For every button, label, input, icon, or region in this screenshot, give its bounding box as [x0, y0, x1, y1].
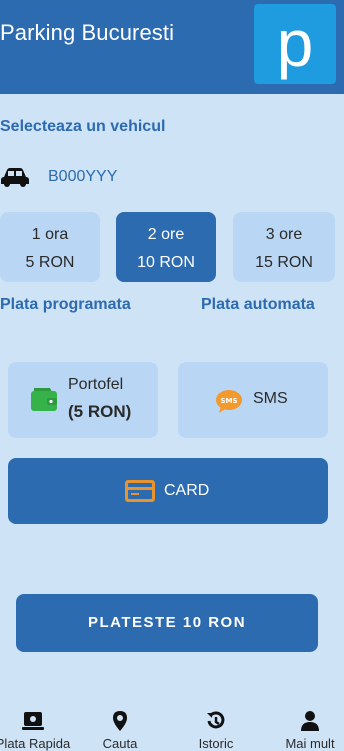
sms-icon: SMS [216, 390, 242, 413]
nav-item-history[interactable]: Istoric [188, 704, 244, 751]
card-label: CARD [164, 482, 210, 499]
nav-item-search[interactable]: Cauta [92, 704, 148, 751]
location-pin-icon [113, 711, 127, 731]
nav-item-more[interactable]: Mai mult [278, 704, 342, 751]
app-title: Parking Bucuresti [0, 20, 175, 45]
wallet-balance: (5 RON) [68, 402, 132, 421]
credit-card-icon [125, 480, 155, 502]
parking-logo: p [254, 4, 336, 84]
sms-payment-button[interactable]: SMS SMS [178, 362, 328, 438]
vehicle-selector[interactable]: B000YYY [0, 164, 200, 190]
app-header: Parking Bucuresti p [0, 0, 344, 94]
duration-option-3h[interactable]: 3 ore 15 RON [233, 212, 335, 282]
automatic-payment-link[interactable]: Plata automata [201, 296, 315, 314]
duration-time: 1 ora [31, 226, 69, 243]
nav-label: Plata Rapida [0, 736, 71, 751]
duration-price: 5 RON [25, 254, 75, 271]
duration-time: 2 ore [147, 226, 185, 243]
nav-label: Mai mult [285, 736, 335, 751]
sms-icon-text: SMS [220, 397, 237, 405]
car-icon [1, 168, 29, 187]
card-payment-button[interactable]: CARD [8, 458, 328, 524]
duration-price: 15 RON [255, 254, 313, 271]
pay-button-label: PLATESTE 10 RON [87, 614, 247, 631]
vehicle-section-title: Selecteaza un vehicul [0, 118, 166, 135]
bottom-navigation: Plata Rapida Cauta Istoric Mai mult [0, 704, 344, 751]
duration-time: 3 ore [265, 226, 303, 243]
sms-label: SMS [253, 390, 288, 407]
nav-item-quick-pay[interactable]: Plata Rapida [0, 704, 78, 751]
nav-label: Istoric [198, 736, 234, 751]
duration-price: 10 RON [137, 254, 195, 271]
duration-option-1h[interactable]: 1 ora 5 RON [0, 212, 100, 282]
quick-pay-icon [22, 712, 44, 730]
vehicle-plate: B000YYY [48, 168, 118, 185]
scheduled-payment-link[interactable]: Plata programata [0, 296, 131, 314]
wallet-icon [31, 388, 57, 411]
history-icon [207, 711, 225, 729]
wallet-payment-button[interactable]: Portofel (5 RON) [8, 362, 158, 438]
nav-label: Cauta [102, 736, 138, 751]
pay-button[interactable]: PLATESTE 10 RON [16, 594, 318, 652]
user-icon [301, 711, 319, 731]
logo-letter: p [277, 6, 314, 80]
duration-option-2h[interactable]: 2 ore 10 RON [116, 212, 216, 282]
wallet-title: Portofel [68, 376, 124, 393]
